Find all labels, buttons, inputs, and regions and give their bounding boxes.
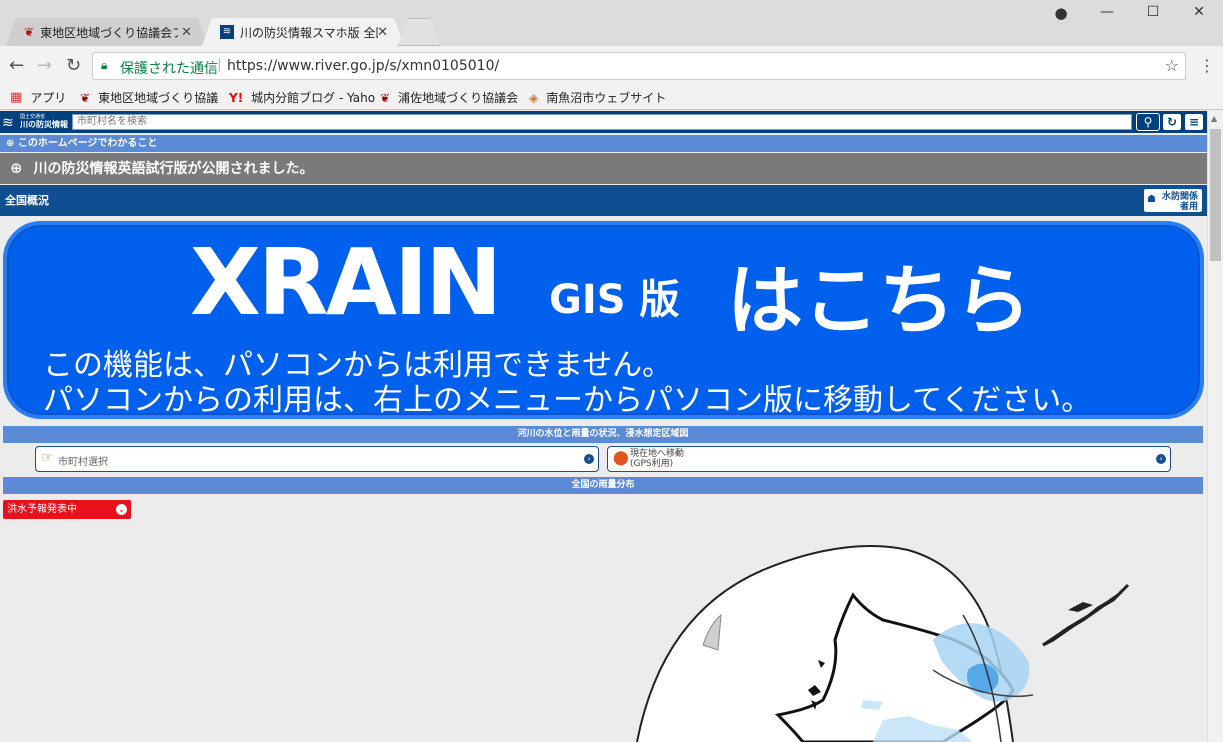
page-scrollbar[interactable]: ▲ — [1207, 111, 1223, 742]
hamburger-icon: ≡ — [1188, 115, 1200, 129]
secure-label: 保護された通信 — [120, 61, 218, 77]
yahoo-icon: Y! — [229, 90, 244, 105]
xrain-gis-banner[interactable]: XRAIN GIS 版 はこちら この機能は、パソコンからは利用できません。 パ… — [3, 221, 1204, 419]
bookmark-label: 城内分館ブログ - Yaho — [251, 91, 376, 105]
gps-label-line2: (GPS利用) — [630, 459, 674, 469]
gps-location-button[interactable]: ⬤ 現在地へ移動 (GPS利用) › — [607, 446, 1171, 472]
refresh-button[interactable]: ↻ — [1162, 113, 1182, 131]
map-pin-icon: ⬤ — [613, 450, 629, 466]
chevron-right-icon: › — [1156, 454, 1166, 464]
banner-kochira: はこちら — [727, 256, 1031, 345]
river-logo-icon: ≋ — [220, 25, 234, 39]
overview-header: 全国概況 ☗ 水防関係 者用 — [0, 185, 1207, 216]
bookmark-apps[interactable]: ▦ アプリ — [10, 89, 66, 106]
tab-east-district[interactable]: ❦ 東地区地域づくり協議会ブロ ✕ — [6, 18, 208, 46]
pointer-hand-icon: ☞ — [41, 450, 54, 466]
site-header: ≋ 国土交通省 川の防災情報 市町村名を検索 ⚲ ↻ ≡ — [0, 111, 1207, 133]
banner-line2: パソコンからの利用は、右上のメニューからパソコン版に移動してください。 — [43, 383, 1092, 418]
scrollbar-thumb[interactable] — [1210, 129, 1221, 261]
url-text[interactable]: https://www.river.go.jp/s/xmn0105010/ — [227, 58, 499, 74]
bookmark-east-district[interactable]: ❦ 東地区地域づくり協議 — [80, 89, 218, 106]
helmet-icon: ☗ — [1147, 194, 1156, 205]
tab-title: 川の防災情報スマホ版 全国 — [240, 25, 378, 40]
gps-label-line1: 現在地へ移動 — [630, 449, 685, 459]
site-logo[interactable]: ≋ 国土交通省 川の防災情報 — [2, 113, 68, 131]
bookmark-label: 東地区地域づくり協議 — [98, 91, 219, 105]
chevron-down-icon: ⌄ — [116, 504, 127, 515]
about-label: このホームページでわかること — [17, 138, 158, 149]
flood-control-button[interactable]: ☗ 水防関係 者用 — [1143, 188, 1203, 213]
notice-link[interactable]: ⊕ 川の防災情報英語試行版が公開されました。 — [0, 153, 1207, 184]
close-tab-icon[interactable]: ✕ — [377, 25, 388, 40]
site-logo-icon: ❦ — [80, 90, 91, 105]
menu-button[interactable]: ≡ — [1184, 113, 1204, 131]
river-logo-icon: ≋ — [2, 115, 14, 131]
plus-circle-icon: ⊕ — [6, 138, 15, 149]
banner-title: XRAIN — [190, 229, 502, 336]
browser-toolbar: ← → ↻ 🔒︎ 保護された通信 | https://www.river.go.… — [0, 46, 1223, 84]
lock-icon: 🔒︎ — [101, 58, 108, 72]
bookmark-label: アプリ — [30, 91, 67, 105]
bookmark-minamiuonuma[interactable]: ◈ 南魚沼市ウェブサイト — [529, 89, 666, 106]
about-site-link[interactable]: ⊕ このホームページでわかること — [0, 135, 1207, 152]
bookmark-urasa[interactable]: ❦ 浦佐地域づくり協議会 — [380, 89, 518, 106]
new-tab-button[interactable] — [398, 18, 440, 46]
back-arrow-icon[interactable]: ← — [9, 55, 24, 76]
site-logo-icon: ❦ — [24, 25, 35, 39]
window-close-icon[interactable]: ✕ — [1176, 4, 1222, 20]
rainfall-map[interactable] — [3, 520, 1204, 742]
tab-title: 東地区地域づくり協議会ブロ — [40, 25, 178, 40]
browser-tab-strip: ❦ 東地区地域づくり協議会ブロ ✕ ≋ 川の防災情報スマホ版 全国 ✕ ● — … — [0, 0, 1223, 46]
plus-circle-icon: ⊕ — [10, 159, 23, 177]
reload-icon[interactable]: ↻ — [66, 55, 81, 76]
tab-river-info[interactable]: ≋ 川の防災情報スマホ版 全国 ✕ — [202, 18, 404, 46]
flood-forecast-dropdown[interactable]: 洪水予報発表中 ⌄ — [3, 500, 131, 519]
forward-arrow-icon[interactable]: → — [37, 55, 52, 76]
close-tab-icon[interactable]: ✕ — [181, 25, 192, 40]
section-river-level: 河川の水位と雨量の状況、浸水想定区域図 — [3, 426, 1203, 443]
logo-title: 川の防災情報 — [20, 120, 68, 129]
chevron-right-icon: › — [584, 454, 594, 464]
forecast-label: 洪水予報発表中 — [7, 504, 77, 515]
bookmark-star-icon[interactable]: ☆ — [1165, 56, 1179, 75]
municipality-select[interactable]: ☞ 市町村選択 › — [35, 446, 599, 472]
address-bar[interactable]: 🔒︎ 保護された通信 | https://www.river.go.jp/s/x… — [92, 52, 1186, 80]
search-icon: ⚲ — [1143, 115, 1153, 129]
apps-grid-icon: ▦ — [10, 90, 23, 105]
maximize-icon[interactable]: ☐ — [1130, 4, 1176, 20]
kurile-islands — [1042, 583, 1130, 647]
municipality-select-label: 市町村選択 — [58, 457, 108, 468]
minimize-icon[interactable]: — — [1084, 4, 1130, 20]
section-rainfall: 全国の雨量分布 — [3, 477, 1203, 494]
bookmark-label: 浦佐地域づくり協議会 — [398, 91, 519, 105]
divider: | — [217, 57, 222, 73]
bookmark-yahoo-blog[interactable]: Y! 城内分館ブログ - Yaho — [229, 89, 375, 106]
scroll-up-icon[interactable]: ▲ — [1211, 114, 1217, 123]
page-viewport: ≋ 国土交通省 川の防災情報 市町村名を検索 ⚲ ↻ ≡ ⊕ このホームページで… — [0, 111, 1207, 742]
bookmark-label: 南魚沼市ウェブサイト — [546, 91, 667, 105]
overview-title: 全国概況 — [5, 194, 49, 207]
search-button[interactable]: ⚲ — [1136, 113, 1160, 131]
notice-text: 川の防災情報英語試行版が公開されました。 — [33, 161, 314, 177]
kurile-island-2 — [1068, 602, 1093, 612]
banner-gis-label: GIS 版 — [549, 277, 680, 323]
site-logo-icon: ❦ — [380, 90, 391, 105]
profile-icon[interactable]: ● — [1038, 4, 1084, 22]
menu-kebab-icon[interactable]: ⋮ — [1199, 56, 1215, 75]
refresh-icon: ↻ — [1166, 115, 1178, 129]
site-search-input[interactable]: 市町村名を検索 — [72, 114, 1132, 130]
bookmarks-bar: ▦ アプリ ❦ 東地区地域づくり協議 Y! 城内分館ブログ - Yaho ❦ 浦… — [0, 84, 1223, 110]
city-logo-icon: ◈ — [529, 90, 539, 105]
